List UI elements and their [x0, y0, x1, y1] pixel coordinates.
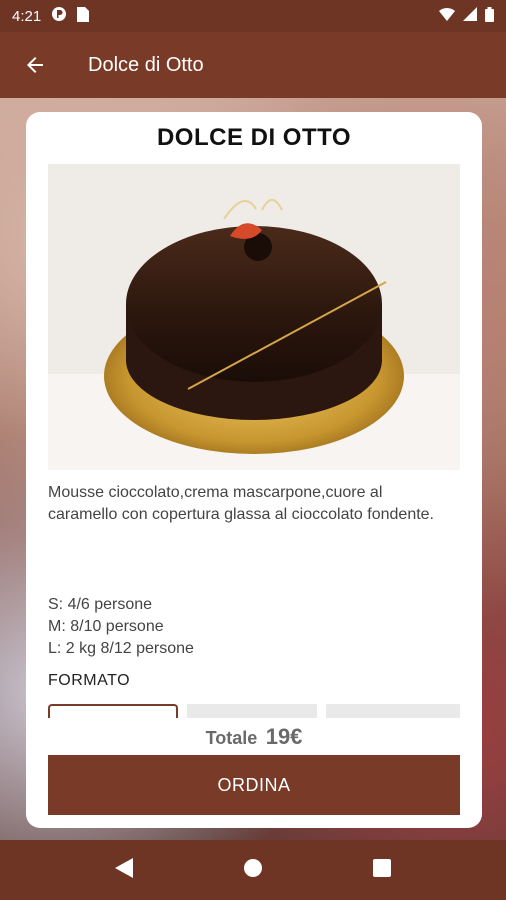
total-label: Totale — [205, 728, 258, 748]
format-selector — [48, 704, 460, 718]
wifi-icon — [439, 7, 455, 25]
back-arrow-icon[interactable] — [22, 52, 48, 78]
battery-icon — [485, 6, 494, 26]
status-time: 4:21 — [12, 7, 42, 25]
format-tab-2[interactable] — [187, 704, 317, 718]
sim-card-icon — [77, 6, 90, 26]
status-bar: 4:21 — [0, 0, 506, 32]
app-bar: Dolce di Otto — [0, 32, 506, 98]
app-notification-icon — [51, 6, 67, 26]
formato-label: FORMATO — [48, 672, 131, 689]
nav-recents-icon[interactable] — [373, 858, 391, 882]
navigation-bar — [0, 840, 506, 900]
size-list: S: 4/6 persone M: 8/10 persone L: 2 kg 8… — [48, 594, 448, 660]
product-description: Mousse cioccolato,crema mascarpone,cuore… — [48, 484, 434, 523]
size-option-m: M: 8/10 persone — [48, 618, 164, 635]
total-price: Totale 19€ — [26, 724, 482, 750]
order-button[interactable]: ORDINA — [48, 755, 460, 815]
size-option-l: L: 2 kg 8/12 persone — [48, 640, 194, 657]
product-title: DOLCE DI OTTO — [156, 124, 352, 151]
product-card: DOLCE DI OTTO Mousse cioccolato,crema ma… — [26, 112, 482, 828]
page-title: Dolce di Otto — [88, 53, 204, 76]
nav-home-icon[interactable] — [243, 858, 263, 883]
signal-icon — [463, 7, 477, 25]
total-value: 19€ — [265, 724, 303, 749]
format-tab-1[interactable] — [48, 704, 178, 718]
nav-back-icon[interactable] — [115, 857, 133, 883]
product-image — [48, 164, 460, 470]
format-tab-3[interactable] — [326, 704, 460, 718]
size-option-s: S: 4/6 persone — [48, 596, 153, 613]
